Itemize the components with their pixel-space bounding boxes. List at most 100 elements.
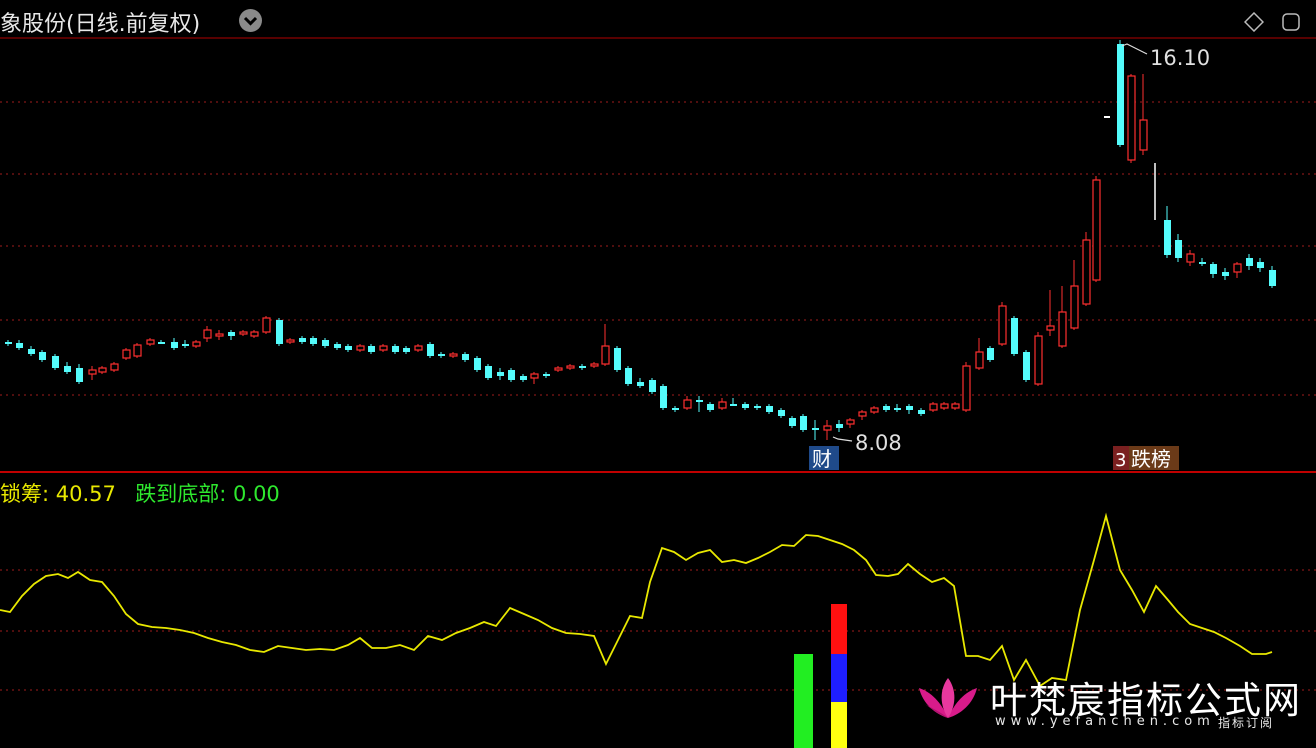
candle-body [778,410,785,416]
candle-body [951,403,960,409]
candle-body [649,380,656,392]
candle-body [76,368,83,382]
candle-body [672,408,679,410]
candle-body [250,331,259,337]
candle-body [1269,270,1276,286]
candle-body [754,406,761,408]
candle-body [1186,253,1195,263]
candle-body [812,428,819,430]
candle-body [262,317,271,333]
candle-body [1034,335,1043,385]
candle-body [356,345,365,351]
candle-body [322,340,329,346]
candle-body [392,346,399,352]
ranking-badge[interactable]: 3 跌榜 [1113,446,1179,471]
candlestick-series [5,40,1276,440]
candle-body [1023,352,1030,380]
candle-body [1199,262,1206,264]
candle-body [299,338,306,342]
indicator-line2-value: 0.00 [233,482,280,506]
candle-body [870,407,879,413]
indicator-line1-value: 40.57 [55,482,116,506]
price-grid [0,101,1316,396]
candle-body [543,374,550,376]
low-price-label: 8.08 [855,431,902,455]
candle-body [660,386,667,408]
candle-body [554,367,563,371]
indicator-line2-name: 跌到底部 [135,482,220,506]
candle-body [766,406,773,412]
candle-body [894,408,901,410]
candle-body [614,348,621,370]
finance-badge[interactable]: 财 [809,446,839,471]
candle-body [485,366,492,378]
candle-body [637,382,644,386]
candle-body [998,305,1007,345]
candle-body [1222,272,1229,276]
candle-body [39,352,46,360]
candle-body [192,341,201,347]
candle-body [1127,75,1136,161]
candle-body [182,344,189,346]
candle-body [215,333,224,337]
candle-body [379,345,388,351]
candle-body [800,416,807,430]
ranking-badge-label: 跌榜 [1131,447,1171,471]
candle-body [5,342,12,344]
lock-chip-line [0,512,1273,688]
candle-body [1139,119,1148,151]
high-marker: 16.10 [1121,43,1210,70]
candle-body [508,370,515,380]
candle-body [1175,240,1182,258]
candle-body [1070,285,1079,329]
candle-body [918,410,925,414]
candle-body [334,344,341,348]
candle-body [1164,220,1171,255]
candle-body [345,346,352,350]
indicator-line1-name: 锁筹 [0,482,42,506]
chart-canvas[interactable]: 16.10 8.08 财 3 跌榜 [0,0,1316,748]
candle-body [1210,264,1217,274]
candle-body [449,353,458,357]
candle-body [1257,262,1264,268]
candle-body [1046,325,1055,331]
candle-body [474,358,481,370]
candle-body [203,329,212,339]
candle-body [403,348,410,352]
candle-body [929,403,938,411]
candle-body [1246,258,1253,266]
candle-body [730,404,737,406]
candle-body [462,354,469,360]
candle-body [228,332,235,336]
yellow-bar [831,702,847,748]
green-bar [794,654,813,748]
watermark-sub: 指标订阅 [1218,716,1275,730]
red-bar [831,604,847,654]
candle-body [310,338,317,344]
candle-body [52,356,59,368]
candle-body [789,418,796,426]
candle-body [438,354,445,356]
candle-body [414,345,423,351]
candle-body [146,339,155,345]
candle-body [1092,179,1101,281]
candle-body [823,425,832,431]
signal-bars [794,604,847,748]
high-price-label: 16.10 [1150,46,1210,70]
candle-body [133,344,142,357]
candle-body [601,345,610,365]
ranking-badge-num: 3 [1115,450,1126,471]
candle-body [718,401,727,409]
candle-body [696,400,703,402]
candle-body [16,343,23,348]
candle-body [566,365,575,369]
candle-body [683,399,692,409]
candle-body [64,366,71,372]
candle-body [883,406,890,410]
candle-body [427,344,434,356]
candle-body [579,366,586,368]
candle-body [707,404,714,410]
candle-body [88,369,97,375]
candle-body [625,368,632,384]
candle-body [110,363,119,371]
